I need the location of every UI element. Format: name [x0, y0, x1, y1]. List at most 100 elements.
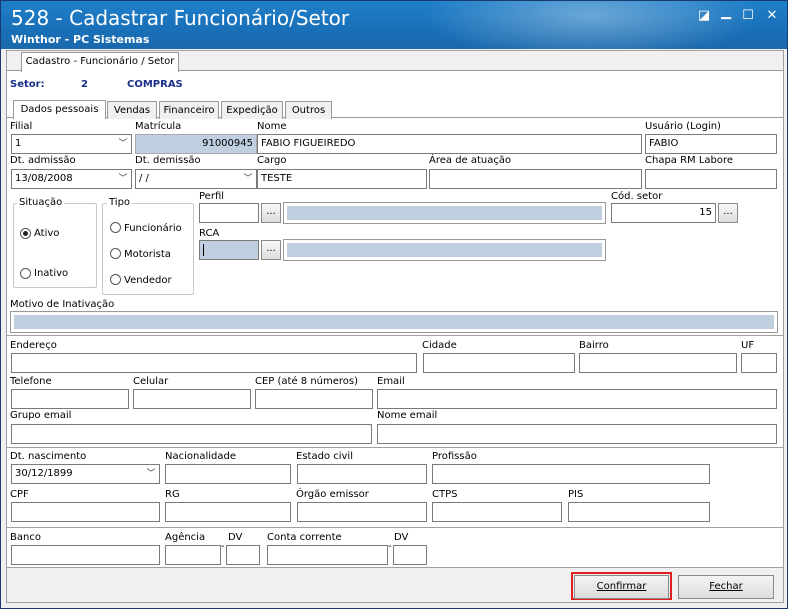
grupo-email-label: Grupo email — [10, 410, 72, 421]
main-panel: Cadastro - Funcionário / Setor Setor: 2 … — [6, 50, 784, 603]
orgao-emissor-label: Órgão emissor — [296, 489, 369, 500]
filial-value: 1 — [15, 138, 22, 149]
dt-demissao-picker[interactable]: / / ﹀ — [135, 169, 257, 189]
radio-inativo[interactable] — [20, 268, 31, 279]
uf-field[interactable] — [741, 353, 777, 373]
restore-icon[interactable]: ◪ — [695, 7, 713, 25]
window-subtitle: Winthor - PC Sistemas — [11, 33, 150, 46]
telefone-field[interactable] — [11, 389, 129, 409]
inativo-label: Inativo — [34, 268, 69, 279]
bairro-label: Bairro — [579, 340, 609, 351]
profissao-label: Profissão — [432, 451, 477, 462]
tab-vendas[interactable]: Vendas — [107, 101, 157, 119]
dt-demissao-label: Dt. demissão — [135, 155, 201, 166]
conta-dv-field[interactable] — [393, 545, 427, 565]
ativo-label: Ativo — [34, 228, 60, 239]
estado-civil-field[interactable] — [297, 464, 427, 484]
chapa-field[interactable] — [645, 169, 777, 189]
bairro-field[interactable] — [579, 353, 737, 373]
agencia-field[interactable] — [165, 545, 221, 565]
usuario-label: Usuário (Login) — [645, 121, 721, 132]
cargo-field[interactable]: TESTE — [257, 169, 427, 189]
cep-label: CEP (até 8 números) — [255, 376, 359, 387]
radio-ativo[interactable] — [20, 228, 31, 239]
close-icon[interactable]: ✕ — [763, 7, 781, 25]
perfil-code-field[interactable] — [199, 203, 259, 223]
chevron-down-icon: ﹀ — [146, 469, 156, 479]
ctps-field[interactable] — [432, 502, 562, 522]
motivo-inativacao-label: Motivo de Inativação — [10, 299, 115, 310]
setor-code: 2 — [81, 79, 88, 90]
nacionalidade-field[interactable] — [165, 464, 291, 484]
endereco-label: Endereço — [10, 340, 57, 351]
filial-select[interactable]: 1 ﹀ — [11, 134, 132, 154]
banco-label: Banco — [10, 532, 41, 543]
radio-motorista[interactable] — [110, 248, 121, 259]
title-bar[interactable]: 528 - Cadastrar Funcionário/Setor Wintho… — [1, 1, 787, 49]
chevron-down-icon: ﹀ — [118, 139, 128, 149]
tab-cadastro[interactable]: Cadastro - Funcionário / Setor — [21, 52, 179, 72]
email-label: Email — [377, 376, 405, 387]
conta-corrente-label: Conta corrente — [267, 532, 342, 543]
radio-funcionario[interactable] — [110, 222, 121, 233]
agencia-dv-field[interactable] — [226, 545, 260, 565]
area-atuacao-field[interactable] — [429, 169, 642, 189]
rca-code-field[interactable] — [199, 240, 259, 260]
chevron-down-icon: ﹀ — [243, 174, 253, 184]
endereco-field[interactable] — [11, 353, 417, 373]
dt-nascimento-value: 30/12/1899 — [15, 468, 73, 479]
rca-search-button[interactable]: ... — [261, 240, 281, 260]
matricula-field: 91000945 — [135, 134, 257, 154]
conta-corrente-field[interactable] — [267, 545, 388, 565]
nome-email-field[interactable] — [377, 424, 777, 444]
tab-expedicao[interactable]: Expedição — [221, 101, 283, 119]
tab-dados-pessoais[interactable]: Dados pessoais — [13, 100, 106, 119]
usuario-field[interactable]: FABIO — [645, 134, 777, 154]
rg-label: RG — [165, 489, 180, 500]
fechar-button[interactable]: Fechar — [678, 575, 774, 599]
maximize-icon[interactable]: ☐ — [739, 7, 757, 25]
pis-field[interactable] — [568, 502, 710, 522]
tab-outros[interactable]: Outros — [285, 101, 332, 119]
nome-field[interactable]: FABIO FIGUEIREDO — [257, 134, 642, 154]
area-atuacao-label: Área de atuação — [429, 155, 512, 166]
dt-demissao-value: / / — [139, 173, 149, 184]
cod-setor-label: Cód. setor — [611, 191, 663, 202]
rg-field[interactable] — [165, 502, 291, 522]
window: 528 - Cadastrar Funcionário/Setor Wintho… — [0, 0, 788, 609]
radio-vendedor[interactable] — [110, 274, 121, 285]
dt-admissao-label: Dt. admissão — [10, 155, 76, 166]
perfil-search-button[interactable]: ... — [261, 203, 281, 223]
profissao-field[interactable] — [432, 464, 710, 484]
divider — [7, 447, 783, 448]
cep-field[interactable] — [255, 389, 373, 409]
orgao-emissor-field[interactable] — [297, 502, 427, 522]
rca-desc-field — [283, 239, 606, 261]
perfil-label: Perfil — [199, 191, 225, 202]
dt-nascimento-picker[interactable]: 30/12/1899 ﹀ — [11, 464, 160, 484]
motorista-label: Motorista — [124, 249, 171, 260]
minimize-icon[interactable]: ▁ — [717, 4, 735, 22]
uf-label: UF — [741, 340, 755, 351]
grupo-email-field[interactable] — [11, 424, 372, 444]
setor-name: COMPRAS — [127, 79, 183, 90]
agencia-dv-label: DV — [228, 532, 243, 543]
cpf-field[interactable] — [11, 502, 160, 522]
divider — [7, 335, 783, 336]
banco-field[interactable] — [11, 545, 160, 565]
ctps-label: CTPS — [432, 489, 458, 500]
cidade-field[interactable] — [423, 353, 575, 373]
conta-dv-label: DV — [394, 532, 409, 543]
cod-setor-search-button[interactable]: ... — [718, 203, 738, 223]
cod-setor-field[interactable]: 15 — [611, 203, 716, 223]
celular-field[interactable] — [133, 389, 251, 409]
conta-dash: - — [388, 541, 392, 552]
dt-nascimento-label: Dt. nascimento — [10, 451, 87, 462]
funcionario-label: Funcionário — [124, 223, 182, 234]
confirmar-button[interactable]: Confirmar — [574, 575, 669, 599]
dt-admissao-picker[interactable]: 13/08/2008 ﹀ — [11, 169, 132, 189]
email-field[interactable] — [377, 389, 777, 409]
divider — [7, 527, 783, 528]
tab-financeiro[interactable]: Financeiro — [159, 101, 219, 119]
motivo-inativacao-field — [10, 311, 778, 333]
